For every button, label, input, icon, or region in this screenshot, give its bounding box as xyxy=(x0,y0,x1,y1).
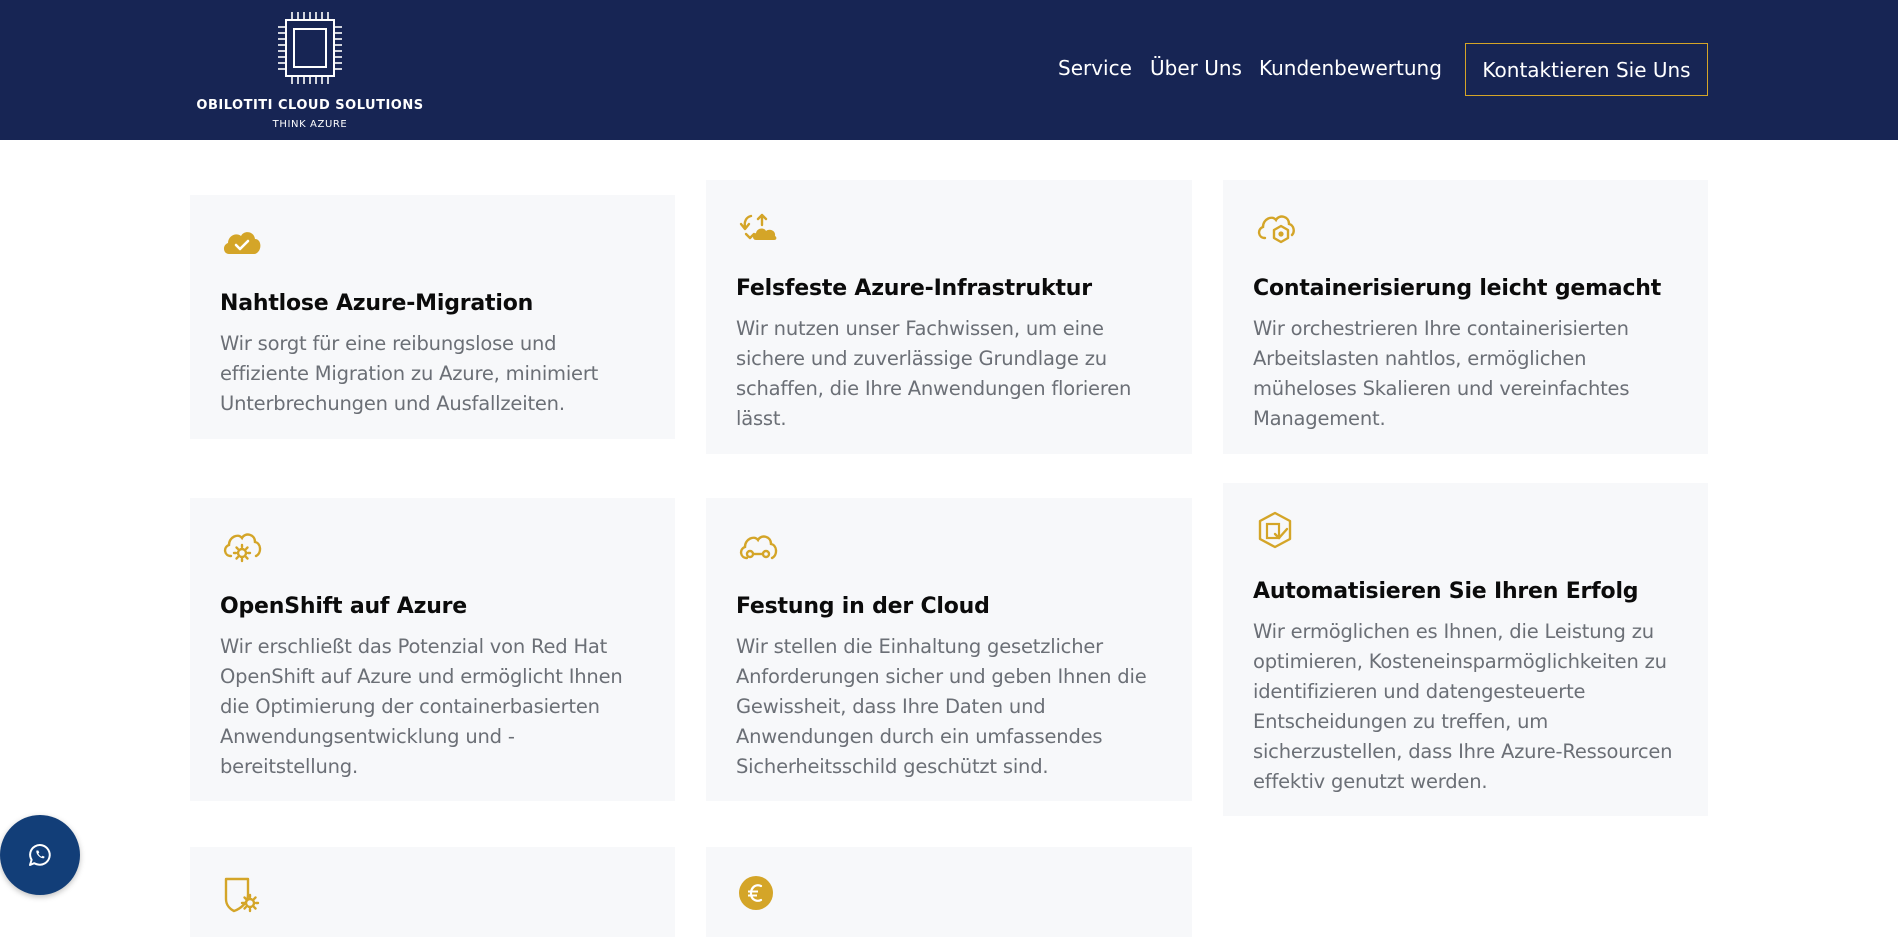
nav-kundenbewertung[interactable]: Kundenbewertung xyxy=(1259,56,1442,80)
brand-tagline: THINK AZURE xyxy=(272,119,348,130)
service-description: Wir orchestrieren Ihre containerisierten… xyxy=(1253,317,1630,430)
cloud-check-icon xyxy=(223,232,261,254)
cloud-hexagon-icon xyxy=(1257,215,1295,244)
service-description: Wir nutzen unser Fachwissen, um eine sic… xyxy=(736,317,1132,430)
whatsapp-icon xyxy=(29,844,51,866)
contact-button[interactable]: Kontaktieren Sie Uns xyxy=(1465,43,1708,96)
service-description: Wir sorgt für eine reibungslose und effi… xyxy=(220,332,599,415)
cloud-connection-icon xyxy=(739,535,778,560)
hexagon-check-icon xyxy=(1258,511,1292,549)
shield-gear-icon xyxy=(224,877,260,913)
service-title: OpenShift auf Azure xyxy=(220,594,468,619)
service-title: Nahtlose Azure-Migration xyxy=(220,291,534,316)
service-card: OpenShift auf Azure Wir erschließt das P… xyxy=(190,498,675,801)
whatsapp-button[interactable] xyxy=(0,815,80,895)
service-description: Wir ermöglichen es Ihnen, die Leistung z… xyxy=(1253,620,1673,793)
site-header: OBILOTITI CLOUD SOLUTIONS THINK AZURE Se… xyxy=(0,0,1898,140)
service-title: Felsfeste Azure-Infrastruktur xyxy=(736,276,1092,301)
brand-name: OBILOTITI CLOUD SOLUTIONS xyxy=(196,98,424,113)
service-description: Wir stellen die Einhaltung gesetzlicher … xyxy=(736,635,1147,778)
nav-ueber-uns[interactable]: Über Uns xyxy=(1150,56,1242,80)
service-card: Festung in der Cloud Wir stellen die Ein… xyxy=(706,498,1192,801)
service-title: Containerisierung leicht gemacht xyxy=(1253,276,1662,301)
chip-icon xyxy=(278,12,342,84)
service-description: Wir erschließt das Potenzial von Red Hat… xyxy=(220,635,623,778)
service-card: Felsfeste Azure-Infrastruktur Wir nutzen… xyxy=(706,180,1192,454)
service-card: Containerisierung leicht gemacht Wir orc… xyxy=(1223,180,1708,454)
service-title: Automatisieren Sie Ihren Erfolg xyxy=(1253,579,1639,604)
service-card xyxy=(190,847,675,937)
brand-logo[interactable]: OBILOTITI CLOUD SOLUTIONS THINK AZURE xyxy=(190,0,430,140)
service-card xyxy=(706,847,1192,937)
service-card: Nahtlose Azure-Migration Wir sorgt für e… xyxy=(190,195,675,439)
service-title: Festung in der Cloud xyxy=(736,594,990,619)
cloud-gear-icon xyxy=(223,533,262,563)
euro-coin-icon xyxy=(739,876,773,910)
nav-service[interactable]: Service xyxy=(1058,56,1132,80)
service-card: Automatisieren Sie Ihren Erfolg Wir ermö… xyxy=(1223,483,1708,816)
cloud-sync-icon xyxy=(739,213,777,240)
